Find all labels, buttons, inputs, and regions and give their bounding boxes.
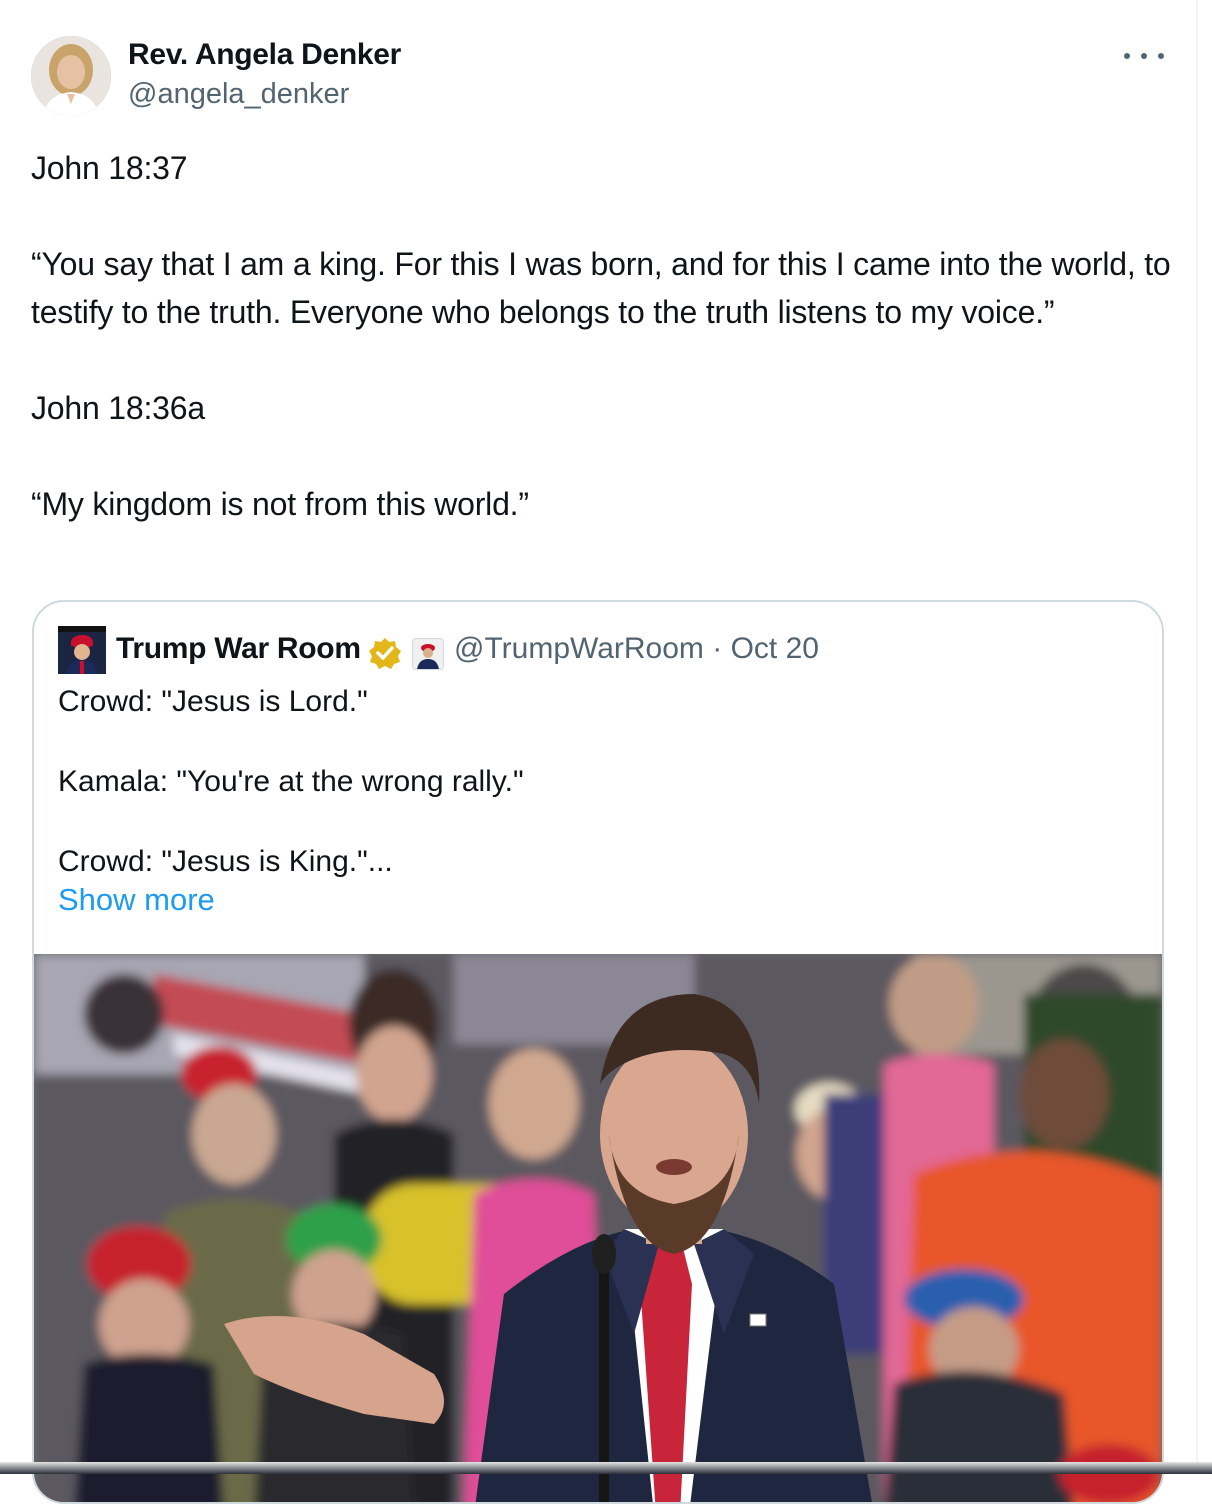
timeline-divider xyxy=(1196,0,1198,1474)
author-handle[interactable]: @angela_denker xyxy=(128,78,349,111)
more-options-icon[interactable] xyxy=(1124,46,1164,66)
quoted-tweet-text: Crowd: "Jesus is Lord." Kamala: "You're … xyxy=(58,685,524,878)
quoted-display-name[interactable]: Trump War Room xyxy=(116,632,361,666)
quoted-author-avatar[interactable] xyxy=(58,626,106,674)
author-display-name[interactable]: Rev. Angela Denker xyxy=(128,38,401,72)
author-avatar[interactable] xyxy=(31,36,111,116)
show-more-link[interactable]: Show more xyxy=(58,882,215,918)
tweet-text: John 18:37 “You say that I am a king. Fo… xyxy=(31,150,1171,522)
window-bottom-edge xyxy=(0,1462,1212,1474)
verified-badge-icon xyxy=(368,636,402,670)
affiliate-badge-icon xyxy=(412,638,444,670)
quoted-tweet-card[interactable]: Trump War Room @TrumpWarRoom · Oct 20 Cr… xyxy=(32,600,1164,1504)
quoted-handle-date[interactable]: @TrumpWarRoom · Oct 20 xyxy=(454,632,819,666)
rally-video-thumbnail[interactable] xyxy=(34,954,1162,1502)
